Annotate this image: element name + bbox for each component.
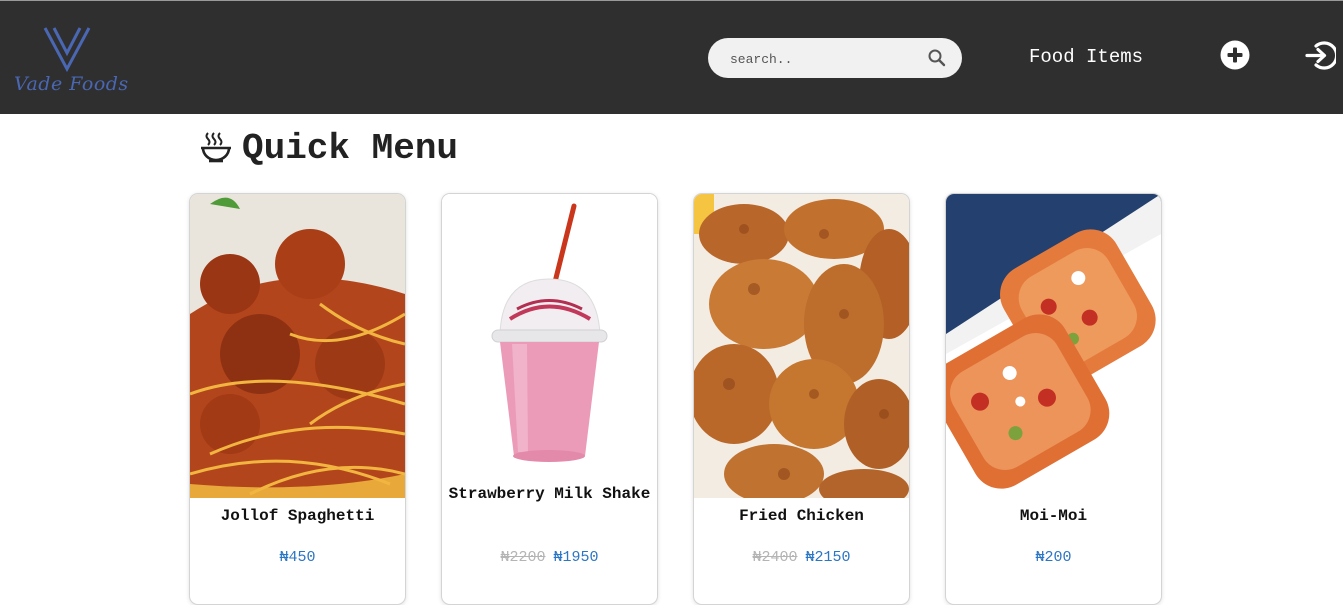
menu-item-name: Jollof Spaghetti [220, 507, 375, 525]
top-navbar: Vade Foods Food Items [0, 1, 1343, 114]
menu-item-old-price: ₦2200 [500, 549, 546, 566]
menu-item-price: ₦1950 [553, 549, 599, 566]
menu-item-price: ₦2150 [805, 549, 851, 566]
menu-item-name: Moi-Moi [1019, 507, 1088, 525]
brand-name: Vade Foods [14, 73, 129, 95]
menu-card-strawberry-milk-shake[interactable]: Strawberry Milk Shake ₦2200 ₦1950 [441, 193, 658, 605]
food-image-fried-chicken [694, 194, 909, 498]
price-row: ₦200 [946, 549, 1161, 567]
price-row: ₦2400 ₦2150 [694, 549, 909, 567]
price-row: ₦2200 ₦1950 [442, 549, 657, 567]
search-icon[interactable] [927, 48, 947, 68]
food-image-spaghetti [190, 194, 405, 498]
login-icon[interactable] [1305, 40, 1339, 71]
menu-item-old-price: ₦2400 [752, 549, 798, 566]
menu-item-name: Fried Chicken [739, 507, 864, 525]
menu-item-price: ₦450 [279, 549, 316, 566]
food-image-moi-moi [946, 194, 1161, 498]
page-title: Quick Menu [242, 128, 459, 169]
nav-food-items-link[interactable]: Food Items [1029, 46, 1143, 68]
search-input[interactable] [728, 47, 922, 71]
menu-item-price: ₦200 [1035, 549, 1072, 566]
search-bar [708, 38, 962, 78]
food-image-milkshake [442, 194, 657, 498]
menu-card-fried-chicken[interactable]: Fried Chicken ₦2400 ₦2150 [693, 193, 910, 605]
add-circle-icon[interactable] [1220, 40, 1250, 70]
brand-logo[interactable]: Vade Foods [12, 25, 130, 99]
menu-item-name: Strawberry Milk Shake [448, 485, 651, 503]
price-row: ₦450 [190, 549, 405, 567]
menu-card-moi-moi[interactable]: Moi-Moi ₦200 [945, 193, 1162, 605]
menu-card-jollof-spaghetti[interactable]: Jollof Spaghetti ₦450 [189, 193, 406, 605]
food-bowl-icon [200, 130, 232, 164]
